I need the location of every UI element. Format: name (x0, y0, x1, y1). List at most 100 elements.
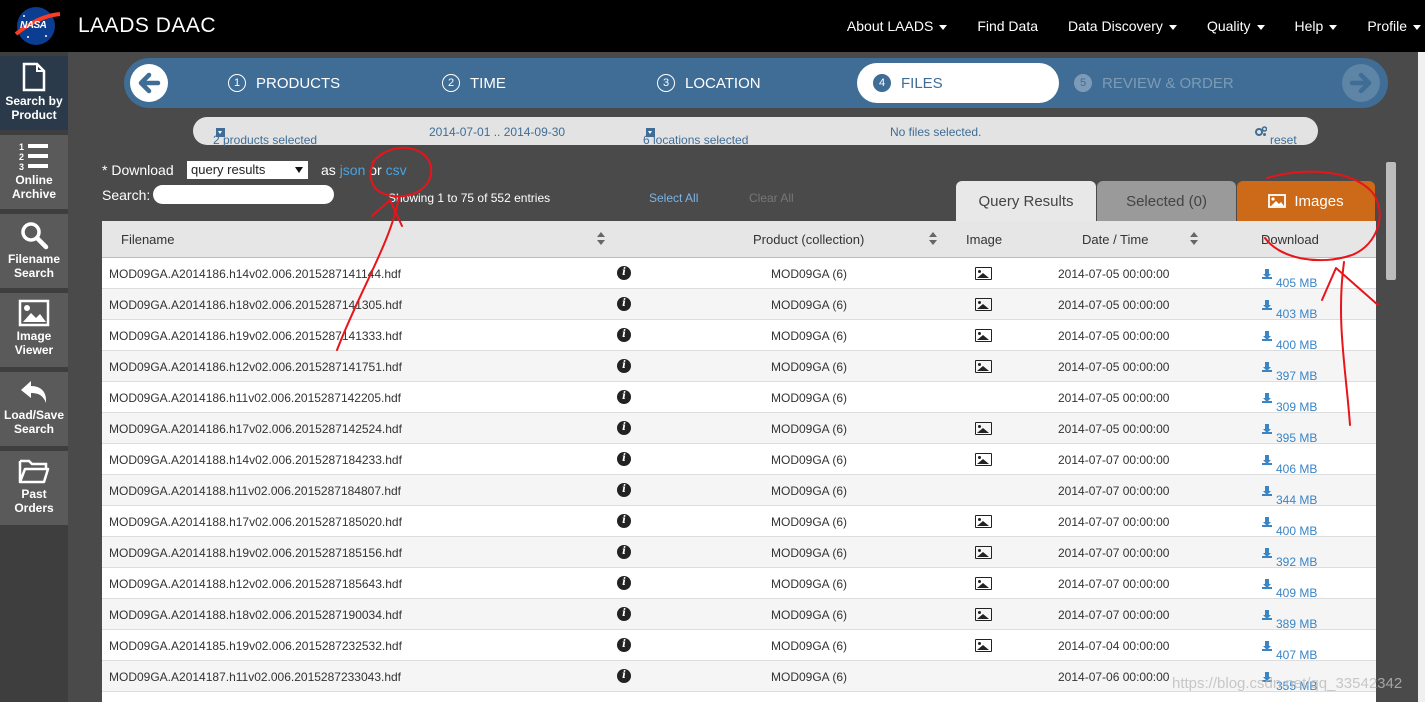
image-preview-icon[interactable] (975, 546, 992, 559)
numbered-list-icon: 123 (19, 142, 48, 171)
download-link[interactable]: 344 MB (1262, 484, 1317, 507)
image-preview-icon[interactable] (975, 608, 992, 621)
brand-title[interactable]: LAADS DAAC (78, 14, 216, 38)
download-link[interactable]: 409 MB (1262, 577, 1317, 600)
download-link[interactable]: 397 MB (1262, 360, 1317, 383)
info-icon[interactable]: i (617, 421, 631, 435)
table-row[interactable]: MOD09GA.A2014186.h12v02.006.201528714175… (102, 351, 1376, 383)
date-range-link[interactable]: 2014-07-01 .. 2014-09-30 (429, 125, 565, 139)
download-link[interactable]: 407 MB (1262, 639, 1317, 662)
step-products[interactable]: 1 PRODUCTS (228, 58, 340, 108)
sidebar-item-filename-search[interactable]: Filename Search (0, 214, 68, 288)
image-preview-icon[interactable] (975, 329, 992, 342)
step-files[interactable]: 4 FILES (857, 63, 1059, 103)
table-row[interactable]: MOD09GA.A2014186.h17v02.006.201528714252… (102, 413, 1376, 445)
download-link[interactable]: 389 MB (1262, 608, 1317, 631)
nav-profile[interactable]: Profile (1367, 18, 1421, 34)
table-search-input[interactable] (153, 185, 334, 204)
download-link[interactable]: 392 MB (1262, 546, 1317, 569)
table-row[interactable]: MOD09GA.A2014188.h18v02.006.201528719003… (102, 599, 1376, 631)
download-link[interactable]: 400 MB (1262, 329, 1317, 352)
table-row[interactable]: MOD09GA.A2014188.h19v02.006.201528718515… (102, 537, 1376, 569)
step-time[interactable]: 2 TIME (442, 58, 506, 108)
sidebar-item-load-save-search[interactable]: Load/Save Search (0, 372, 68, 446)
locations-selected-dropdown[interactable]: 6 locations selected (643, 125, 748, 147)
back-arrow-button[interactable] (130, 64, 168, 102)
image-preview-icon[interactable] (975, 453, 992, 466)
download-link[interactable]: 405 MB (1262, 267, 1317, 290)
download-link[interactable]: 400 MB (1262, 515, 1317, 538)
download-icon (1262, 362, 1272, 372)
table-row[interactable]: MOD09GA.A2014186.h14v02.006.201528714114… (102, 258, 1376, 290)
sidebar-item-online-archive[interactable]: 123 Online Archive (0, 135, 68, 209)
image-preview-icon[interactable] (975, 639, 992, 652)
download-link[interactable]: 309 MB (1262, 391, 1317, 414)
header-product[interactable]: Product (collection) (753, 232, 864, 247)
nav-quality[interactable]: Quality (1207, 18, 1265, 34)
info-icon[interactable]: i (617, 576, 631, 590)
info-icon[interactable]: i (617, 669, 631, 683)
download-link[interactable]: 395 MB (1262, 422, 1317, 445)
page-scrollbar-thumb[interactable] (1386, 162, 1396, 280)
table-row[interactable]: MOD09GA.A2014186.h19v02.006.201528714133… (102, 320, 1376, 352)
nav-about-laads[interactable]: About LAADS (847, 18, 948, 34)
sort-icon[interactable] (929, 232, 937, 246)
download-link[interactable]: 403 MB (1262, 298, 1317, 321)
table-row[interactable]: MOD09GA.A2014186.h18v02.006.201528714130… (102, 289, 1376, 321)
folder-icon (18, 459, 50, 484)
info-icon[interactable]: i (617, 390, 631, 404)
info-icon[interactable]: i (617, 638, 631, 652)
image-preview-icon[interactable] (975, 360, 992, 373)
info-icon[interactable]: i (617, 297, 631, 311)
sidebar-item-past-orders[interactable]: Past Orders (0, 451, 68, 525)
image-preview-icon[interactable] (975, 515, 992, 528)
table-row[interactable]: MOD09GA.A2014188.h17v02.006.201528718502… (102, 506, 1376, 538)
nav-find-data[interactable]: Find Data (977, 18, 1038, 34)
download-type-select[interactable]: query results (187, 161, 308, 179)
info-icon[interactable]: i (617, 452, 631, 466)
nasa-logo[interactable]: NASA (14, 6, 62, 46)
datetime-cell: 2014-07-05 00:00:00 (1058, 360, 1170, 374)
step-review-order[interactable]: 5 REVIEW & ORDER (1074, 58, 1234, 108)
csv-link[interactable]: csv (386, 162, 407, 178)
clear-all-link[interactable]: Clear All (749, 191, 794, 205)
info-icon[interactable]: i (617, 607, 631, 621)
products-selected-dropdown[interactable]: 2 products selected (213, 125, 317, 147)
sort-icon[interactable] (1190, 232, 1198, 246)
info-icon[interactable]: i (617, 545, 631, 559)
table-row[interactable]: MOD09GA.A2014185.h19v02.006.201528723253… (102, 630, 1376, 662)
next-arrow-button[interactable] (1342, 64, 1380, 102)
image-preview-icon[interactable] (975, 298, 992, 311)
info-icon[interactable]: i (617, 483, 631, 497)
table-row[interactable]: MOD09GA.A2014188.h11v02.006.201528718480… (102, 475, 1376, 507)
sidebar-item-image-viewer[interactable]: Image Viewer (0, 293, 68, 367)
info-icon[interactable]: i (617, 359, 631, 373)
sidebar-item-search-by-product[interactable]: Search by Product (0, 56, 68, 130)
info-icon[interactable]: i (617, 328, 631, 342)
select-all-link[interactable]: Select All (649, 191, 698, 205)
step-location[interactable]: 3 LOCATION (657, 58, 761, 108)
header-date-time[interactable]: Date / Time (1082, 232, 1148, 247)
table-row[interactable]: MOD09GA.A2014188.h12v02.006.201528718564… (102, 568, 1376, 600)
sort-icon[interactable] (597, 232, 605, 246)
header-filename[interactable]: Filename (121, 232, 174, 247)
image-preview-icon[interactable] (975, 577, 992, 590)
download-label: * Download (102, 162, 174, 178)
window-edge (1418, 52, 1425, 702)
nav-help[interactable]: Help (1295, 18, 1338, 34)
nav-data-discovery[interactable]: Data Discovery (1068, 18, 1177, 34)
image-preview-icon[interactable] (975, 267, 992, 280)
image-icon (18, 299, 50, 327)
tab-query-results[interactable]: Query Results (956, 181, 1096, 221)
table-row[interactable]: MOD09GA.A2014188.h14v02.006.201528718423… (102, 444, 1376, 476)
download-link[interactable]: 406 MB (1262, 453, 1317, 476)
reset-link[interactable]: reset (1255, 125, 1297, 147)
image-preview-icon[interactable] (975, 422, 992, 435)
table-row[interactable]: MOD09GA.A2014186.h11v02.006.201528714220… (102, 382, 1376, 414)
datetime-cell: 2014-07-07 00:00:00 (1058, 453, 1170, 467)
info-icon[interactable]: i (617, 514, 631, 528)
tab-images[interactable]: Images (1237, 181, 1375, 221)
json-link[interactable]: json (340, 162, 366, 178)
info-icon[interactable]: i (617, 266, 631, 280)
tab-selected[interactable]: Selected (0) (1097, 181, 1236, 221)
